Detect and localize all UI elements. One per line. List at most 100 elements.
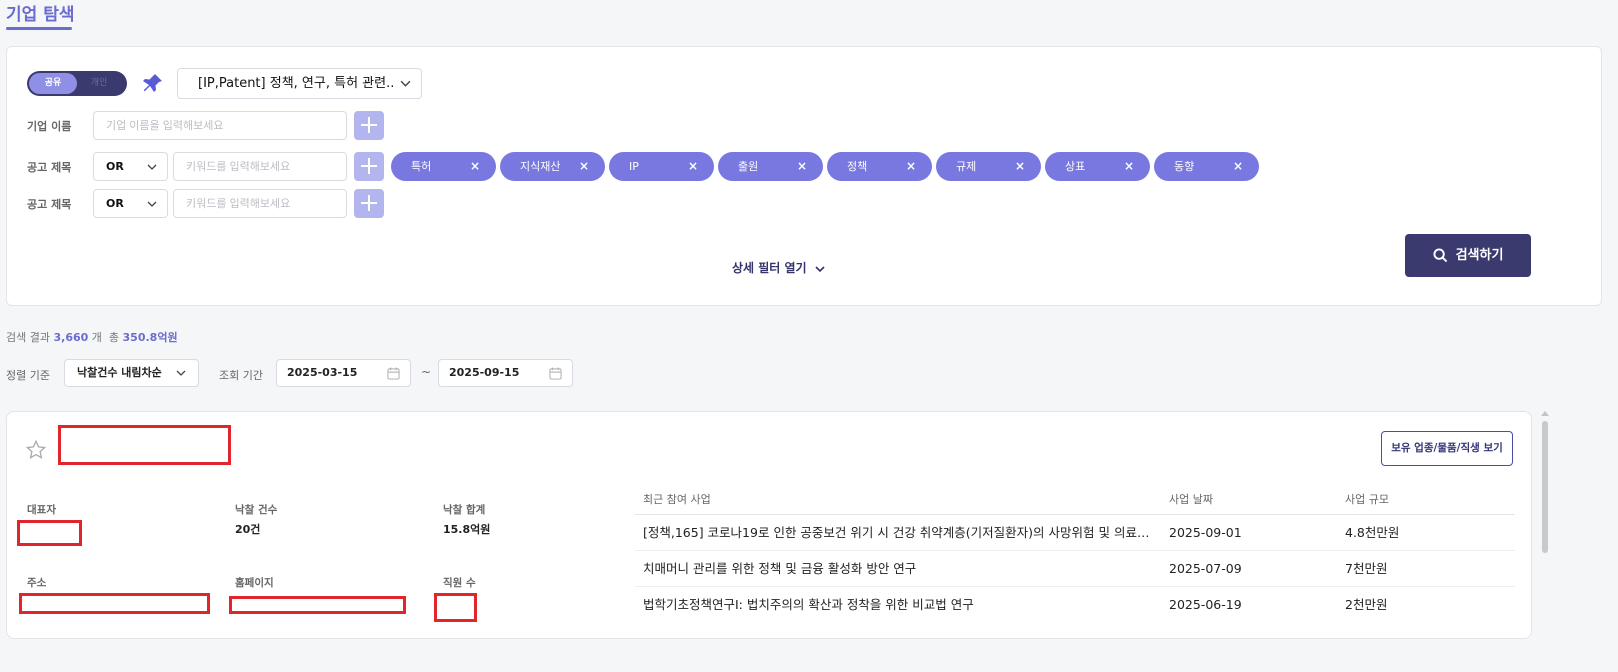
project-name: 법학기초정책연구I: 법치주의의 확산과 정착을 위한 비교법 연구 <box>643 597 974 612</box>
win-count-label: 낙찰 건수 <box>235 504 278 516</box>
redacted-employees <box>434 593 477 622</box>
chevron-down-icon <box>815 265 825 272</box>
detail-filter-label: 상세 필터 열기 <box>732 261 807 275</box>
close-icon[interactable]: × <box>688 152 698 181</box>
keyword-chip[interactable]: 지식재산 × <box>500 152 605 181</box>
pin-icon[interactable] <box>141 71 165 95</box>
project-size: 4.8천만원 <box>1345 525 1400 540</box>
sort-select[interactable]: 낙찰건수 내림차순 <box>64 359 199 387</box>
company-name-label: 기업 이름 <box>27 120 72 133</box>
win-total-label: 낙찰 합계 <box>443 504 486 516</box>
chevron-down-icon <box>147 164 157 170</box>
keyword-chip[interactable]: 동향 × <box>1154 152 1259 181</box>
scrollbar[interactable] <box>1541 411 1549 639</box>
close-icon[interactable]: × <box>579 152 589 181</box>
notice-title-label-2: 공고 제목 <box>27 198 72 211</box>
result-total-amount: 350.8억원 <box>122 331 178 344</box>
redacted-representative <box>17 520 82 546</box>
page-title-underline <box>6 27 72 30</box>
close-icon[interactable]: × <box>1124 152 1134 181</box>
keyword-chip[interactable]: IP × <box>609 152 714 181</box>
keyword-chip[interactable]: 정책 × <box>827 152 932 181</box>
header-project-size: 사업 규모 <box>1345 493 1389 506</box>
project-date: 2025-07-09 <box>1169 561 1242 576</box>
keyword-chip-label: 지식재산 <box>520 160 561 173</box>
toggle-option-personal[interactable]: 개인 <box>77 73 121 94</box>
close-icon[interactable]: × <box>797 152 807 181</box>
sort-label: 정렬 기준 <box>6 369 50 382</box>
calendar-icon[interactable] <box>387 367 400 380</box>
address-label: 주소 <box>27 577 47 589</box>
scroll-up-arrow-icon[interactable] <box>1541 411 1549 416</box>
keyword-input-2[interactable] <box>173 189 347 218</box>
company-card: 보유 업종/물품/직생 보기 대표자 낙찰 건수 20건 낙찰 합계 15.8억… <box>6 411 1532 639</box>
date-to-value: 2025-09-15 <box>449 366 520 379</box>
search-icon <box>1433 248 1447 263</box>
operator-select-1-value: OR <box>106 160 124 173</box>
keyword-chip-label: 상표 <box>1065 160 1086 173</box>
keyword-chip-label: 동향 <box>1174 160 1195 173</box>
holdings-button[interactable]: 보유 업종/물품/직생 보기 <box>1381 431 1513 466</box>
result-count-unit: 개 <box>91 331 102 344</box>
win-count-value: 20건 <box>235 523 261 536</box>
project-size: 7천만원 <box>1345 561 1388 576</box>
search-panel: 공유 개인 [IP,Patent] 정책, 연구, 특허 관련.. 기업 이름 … <box>6 46 1602 306</box>
detail-filter-toggle[interactable]: 상세 필터 열기 <box>732 259 825 276</box>
notice-title-label-1: 공고 제목 <box>27 161 72 174</box>
project-date: 2025-06-19 <box>1169 597 1242 612</box>
result-summary: 검색 결과 3,660 개 총 350.8억원 <box>6 329 178 345</box>
close-icon[interactable]: × <box>906 152 916 181</box>
header-project-name: 최근 참여 사업 <box>643 493 711 506</box>
operator-select-2[interactable]: OR <box>93 189 168 218</box>
add-company-name-button[interactable] <box>354 111 384 140</box>
table-row[interactable]: [정책,165] 코로나19로 인한 공중보건 위기 시 건강 취약계층(기저질… <box>635 515 1515 551</box>
keyword-chip[interactable]: 출원 × <box>718 152 823 181</box>
date-range-separator: ~ <box>421 365 432 379</box>
keyword-chip-label: 규제 <box>956 160 977 173</box>
close-icon[interactable]: × <box>470 152 480 181</box>
project-name: 치매머니 관리를 위한 정책 및 금융 활성화 방안 연구 <box>643 561 917 576</box>
keyword-chip[interactable]: 특허 × <box>391 152 496 181</box>
chevron-down-icon <box>176 370 186 376</box>
recent-projects-table: 최근 참여 사업 사업 날짜 사업 규모 [정책,165] 코로나19로 인한 … <box>635 485 1515 623</box>
homepage-label: 홈페이지 <box>235 577 274 589</box>
search-button-label: 검색하기 <box>1455 248 1504 263</box>
add-keyword-button-2[interactable] <box>354 189 384 218</box>
keyword-chip[interactable]: 규제 × <box>936 152 1041 181</box>
share-toggle[interactable]: 공유 개인 <box>27 71 127 96</box>
date-to-input[interactable]: 2025-09-15 <box>438 359 573 387</box>
result-total-label: 총 <box>108 331 120 344</box>
chevron-down-icon <box>400 80 411 87</box>
table-row[interactable]: 법학기초정책연구I: 법치주의의 확산과 정착을 위한 비교법 연구 2025-… <box>635 587 1515 623</box>
header-project-date: 사업 날짜 <box>1169 493 1213 506</box>
table-row[interactable]: 치매머니 관리를 위한 정책 및 금융 활성화 방안 연구 2025-07-09… <box>635 551 1515 587</box>
preset-select-value: [IP,Patent] 정책, 연구, 특허 관련.. <box>198 76 395 91</box>
redacted-homepage <box>229 596 406 614</box>
project-size: 2천만원 <box>1345 597 1388 612</box>
close-icon[interactable]: × <box>1015 152 1025 181</box>
company-name-input[interactable] <box>93 111 347 140</box>
search-button[interactable]: 검색하기 <box>1405 234 1531 277</box>
project-date: 2025-09-01 <box>1169 525 1242 540</box>
result-count: 3,660 <box>53 331 89 344</box>
preset-select[interactable]: [IP,Patent] 정책, 연구, 특허 관련.. <box>177 68 422 99</box>
sort-select-value: 낙찰건수 내림차순 <box>77 366 162 379</box>
page: 기업 탐색 공유 개인 [IP,Patent] 정책, 연구, 특허 관련.. … <box>0 0 1618 672</box>
table-header: 최근 참여 사업 사업 날짜 사업 규모 <box>635 485 1515 515</box>
keyword-chip[interactable]: 상표 × <box>1045 152 1150 181</box>
scrollbar-thumb[interactable] <box>1542 421 1548 553</box>
operator-select-2-value: OR <box>106 197 124 210</box>
date-from-input[interactable]: 2025-03-15 <box>276 359 411 387</box>
close-icon[interactable]: × <box>1233 152 1243 181</box>
result-count-label: 검색 결과 <box>6 331 50 344</box>
star-icon[interactable] <box>25 439 47 461</box>
chevron-down-icon <box>147 201 157 207</box>
toggle-option-shared[interactable]: 공유 <box>29 73 77 94</box>
keyword-chip-label: 출원 <box>738 160 759 173</box>
keyword-input-1[interactable] <box>173 152 347 181</box>
operator-select-1[interactable]: OR <box>93 152 168 181</box>
redacted-address <box>19 593 210 614</box>
calendar-icon[interactable] <box>549 367 562 380</box>
add-keyword-button-1[interactable] <box>354 152 384 181</box>
win-total-value: 15.8억원 <box>443 523 491 536</box>
